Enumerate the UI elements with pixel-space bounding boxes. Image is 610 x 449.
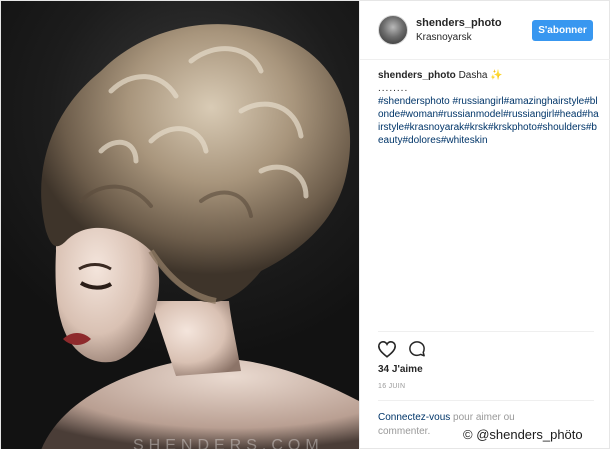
- comment-icon[interactable]: [408, 340, 426, 358]
- login-link[interactable]: Connectez-vous: [378, 412, 450, 423]
- caption-username[interactable]: shenders_photo: [378, 70, 456, 81]
- caption-hashtags[interactable]: #shendersphoto #russiangirl#amazinghairs…: [378, 95, 600, 147]
- follow-button[interactable]: S'abonner: [532, 20, 593, 41]
- photo-watermark: SHENDERS.COM: [133, 437, 324, 449]
- caption-text: Dasha: [458, 70, 488, 81]
- portrait-illustration: [41, 24, 359, 449]
- comment-divider: [378, 400, 594, 401]
- post-sidebar: shenders_photo Krasnoyarsk S'abonner she…: [359, 1, 610, 449]
- post-header: shenders_photo Krasnoyarsk S'abonner: [360, 1, 610, 60]
- sparkle-emoji: ✨: [490, 70, 503, 81]
- photo-credit: © @shenders_phöto: [463, 427, 583, 442]
- avatar[interactable]: [378, 15, 408, 45]
- caption-dots: ........: [378, 83, 409, 94]
- actions-divider: [378, 331, 594, 332]
- header-username[interactable]: shenders_photo: [416, 17, 502, 29]
- post-caption: shenders_photo Dasha ✨ ........ #shender…: [378, 69, 600, 147]
- header-location[interactable]: Krasnoyarsk: [416, 32, 472, 43]
- likes-count[interactable]: 34 J'aime: [378, 364, 423, 375]
- heart-icon[interactable]: [377, 340, 397, 358]
- instagram-post: SHENDERS.COM shenders_photo Krasnoyarsk …: [0, 0, 610, 449]
- post-photo[interactable]: SHENDERS.COM: [1, 1, 359, 449]
- post-date: 16 JUIN: [378, 383, 406, 390]
